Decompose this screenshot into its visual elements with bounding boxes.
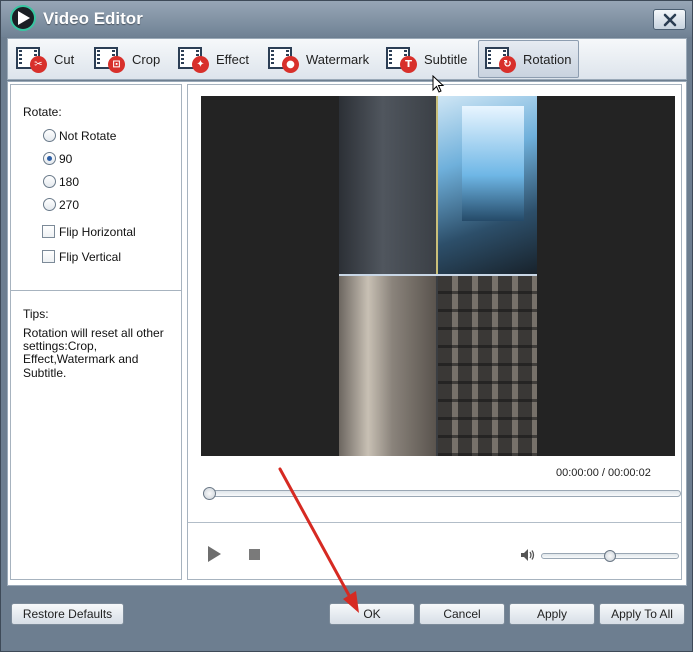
rotation-settings-panel: Rotate: Not Rotate 90 180 270 Flip Horiz… — [10, 84, 182, 580]
current-time: 00:00:00 — [556, 467, 599, 479]
tab-rotation[interactable]: ↻ Rotation — [478, 40, 579, 78]
radio-270[interactable] — [43, 198, 56, 211]
tab-watermark-label: Watermark — [306, 51, 370, 67]
tab-crop-label: Crop — [132, 51, 161, 67]
radio-270-label: 270 — [59, 198, 80, 212]
tips-text-line2: settings:Crop, — [23, 339, 98, 353]
droplet-icon: ● — [268, 45, 302, 73]
apply-to-all-button[interactable]: Apply To All — [599, 603, 685, 625]
tab-rotation-label: Rotation — [523, 51, 572, 67]
restore-defaults-button[interactable]: Restore Defaults — [11, 603, 124, 625]
tab-effect[interactable]: ✦ Effect — [172, 40, 262, 78]
frame-split-line — [339, 274, 537, 276]
tab-cut-label: Cut — [54, 51, 75, 67]
video-thumbnail-screen — [438, 96, 537, 274]
tab-subtitle[interactable]: T Subtitle — [380, 40, 474, 78]
video-thumbnail-laptop-edge — [339, 96, 438, 274]
tips-heading: Tips: — [23, 307, 49, 321]
rotate-label: Rotate: — [23, 105, 62, 119]
rotated-video-frame — [339, 96, 537, 456]
flip-vertical-label: Flip Vertical — [59, 250, 122, 264]
volume-icon[interactable] — [521, 549, 535, 561]
controls-divider — [188, 522, 681, 523]
app-logo-icon — [10, 5, 36, 31]
panel-divider — [11, 290, 181, 291]
seek-handle[interactable] — [203, 487, 216, 500]
flip-horizontal-label: Flip Horizontal — [59, 225, 136, 239]
video-editor-window: Video Editor ✂ Cut ⊡ Crop ✦ Effect ● Wat… — [0, 0, 693, 652]
tab-cut[interactable]: ✂ Cut — [10, 40, 80, 78]
video-thumbnail-hinge — [339, 276, 436, 456]
scissors-icon: ✂ — [16, 45, 50, 73]
flip-vertical-checkbox[interactable] — [42, 250, 55, 263]
cancel-button[interactable]: Cancel — [419, 603, 505, 625]
apply-button[interactable]: Apply — [509, 603, 595, 625]
radio-180[interactable] — [43, 175, 56, 188]
tab-watermark[interactable]: ● Watermark — [262, 40, 378, 78]
total-time: 00:00:02 — [608, 467, 651, 479]
flip-horizontal-checkbox[interactable] — [42, 225, 55, 238]
close-button[interactable] — [653, 9, 686, 30]
seek-bar[interactable] — [203, 490, 681, 497]
time-separator: / — [601, 467, 605, 479]
time-display: 00:00:00 / 00:00:02 — [556, 467, 651, 479]
radio-180-label: 180 — [59, 175, 80, 189]
tab-subtitle-label: Subtitle — [424, 51, 468, 67]
ok-button[interactable]: OK — [329, 603, 415, 625]
preview-panel: 00:00:00 / 00:00:02 — [187, 84, 682, 580]
radio-not-rotate-label: Not Rotate — [59, 129, 117, 143]
crop-icon: ⊡ — [94, 45, 128, 73]
radio-90[interactable] — [43, 152, 56, 165]
radio-90-label: 90 — [59, 152, 73, 166]
text-t-icon: T — [386, 45, 420, 73]
tips-text-line1: Rotation will reset all other — [23, 326, 164, 340]
mouse-cursor-icon — [432, 75, 445, 93]
title-bar: Video Editor — [1, 1, 692, 37]
tab-effect-label: Effect — [216, 51, 250, 67]
stop-button[interactable] — [249, 549, 260, 560]
video-preview — [201, 96, 675, 456]
tips-text-line3: Effect,Watermark and Subtitle. — [23, 352, 139, 380]
magic-wand-icon: ✦ — [178, 45, 212, 73]
close-icon — [663, 13, 677, 27]
window-title: Video Editor — [43, 9, 143, 28]
radio-not-rotate[interactable] — [43, 129, 56, 142]
play-button[interactable] — [208, 546, 221, 562]
tab-crop[interactable]: ⊡ Crop — [88, 40, 168, 78]
volume-handle[interactable] — [604, 550, 616, 562]
editor-toolbar: ✂ Cut ⊡ Crop ✦ Effect ● Watermark T Subt… — [7, 38, 687, 80]
video-thumbnail-keyboard — [438, 276, 537, 456]
rotate-icon: ↻ — [485, 45, 519, 73]
